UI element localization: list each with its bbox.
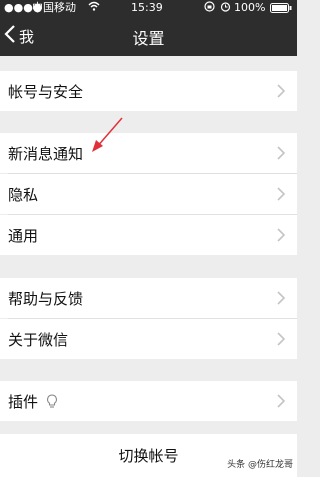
settings-item-label: 关于微信	[8, 330, 69, 349]
status-bar: ●●●● 中国移动 15:39 100%	[0, 0, 297, 16]
chevron-right-icon	[277, 228, 286, 242]
settings-item-label: 插件	[8, 392, 39, 411]
plugin-lightbulb-icon	[46, 394, 58, 408]
settings-item-help-feedback[interactable]: 帮助与反馈	[0, 278, 297, 318]
settings-item-general[interactable]: 通用	[0, 215, 297, 255]
nav-bar: 我 设置	[0, 16, 297, 56]
alarm-icon	[220, 1, 231, 16]
chevron-right-icon	[277, 394, 286, 408]
chevron-right-icon	[277, 187, 286, 201]
chevron-right-icon	[277, 291, 286, 305]
settings-item-plugins[interactable]: 插件	[0, 381, 297, 421]
chevron-right-icon	[277, 332, 286, 346]
settings-item-about-wechat[interactable]: 关于微信	[0, 319, 297, 359]
battery-label: 100%	[234, 1, 266, 14]
settings-item-account-security[interactable]: 帐号与安全	[0, 71, 297, 111]
lock-rotation-icon	[204, 1, 215, 16]
settings-item-new-message-notification[interactable]: 新消息通知	[0, 133, 297, 173]
time-label: 15:39	[131, 1, 163, 14]
carrier-label: 中国移动	[32, 1, 76, 14]
settings-item-label: 帮助与反馈	[8, 289, 84, 308]
settings-item-label: 隐私	[8, 185, 39, 204]
settings-item-label: 通用	[8, 226, 39, 245]
battery-icon	[270, 3, 292, 17]
watermark: 头条 @伤红龙哥	[227, 460, 293, 470]
settings-item-privacy[interactable]: 隐私	[0, 174, 297, 214]
wifi-icon	[88, 1, 100, 15]
settings-item-label: 帐号与安全	[8, 82, 84, 101]
chevron-right-icon	[277, 146, 286, 160]
chevron-right-icon	[277, 84, 286, 98]
page-title: 设置	[132, 29, 165, 48]
settings-item-label: 新消息通知	[8, 144, 84, 163]
switch-account-button[interactable]: 切换帐号	[0, 434, 297, 477]
